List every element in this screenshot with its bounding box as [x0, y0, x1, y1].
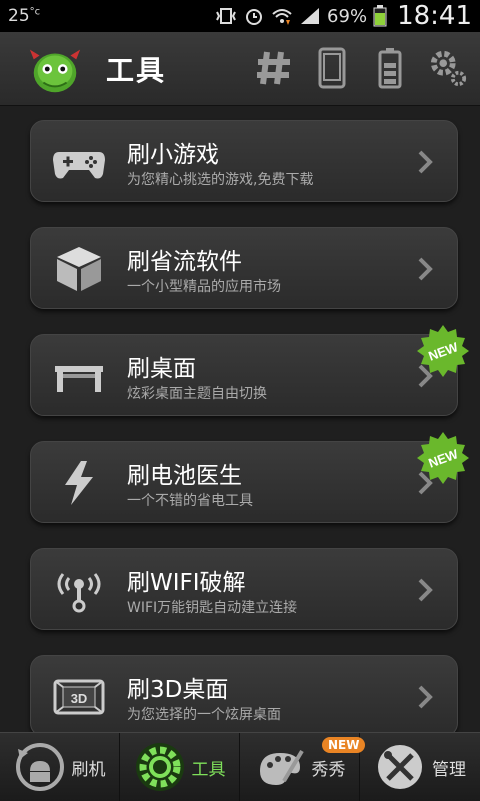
wifi-key-icon [57, 573, 101, 613]
list-item-apps[interactable]: 刷省流软件 一个小型精品的应用市场 [30, 227, 458, 309]
tools-icon [378, 745, 422, 789]
gamepad-icon [53, 152, 105, 179]
battery-icon [373, 5, 387, 27]
new-badge: NEW [322, 737, 366, 753]
new-badge-icon: NEW [417, 432, 469, 484]
item-title: 刷3D桌面 [127, 677, 229, 703]
phone-icon [318, 47, 346, 89]
temperature-unit: °c [29, 6, 41, 18]
alarm-icon [246, 9, 263, 25]
gears-icon [430, 50, 467, 87]
item-subtitle: 炫彩桌面主题自由切换 [127, 386, 267, 402]
battery-percent: 69% [327, 5, 368, 27]
chevron-right-icon [418, 257, 433, 281]
item-title: 刷WIFI破解 [127, 570, 246, 596]
gear-icon [135, 743, 184, 791]
nav-manage[interactable]: 管理 [360, 733, 480, 801]
item-subtitle: 一个不错的省电工具 [127, 493, 253, 509]
phone-button[interactable] [312, 44, 352, 92]
battery-button[interactable] [370, 44, 410, 92]
box-icon [57, 247, 101, 291]
list-item-games[interactable]: 刷小游戏 为您精心挑选的游戏,免费下载 [30, 120, 458, 202]
bottom-nav: 刷机 工具 秀秀 NEW 管理 [0, 732, 480, 801]
vibrate-icon [216, 8, 236, 24]
nav-label: 秀秀 [311, 759, 346, 780]
app-header: 工具 [0, 32, 480, 106]
temperature: 25°c [8, 6, 40, 26]
nav-tools[interactable]: 工具 [120, 733, 240, 801]
hash-button[interactable] [254, 44, 294, 92]
item-subtitle: 一个小型精品的应用市场 [127, 279, 281, 295]
item-title: 刷省流软件 [127, 249, 242, 275]
list-item-3d-desktop[interactable]: 3D 刷3D桌面 为您选择的一个炫屏桌面 [30, 655, 458, 732]
3d-icon: 3D [53, 679, 105, 715]
svg-text:3D: 3D [71, 691, 88, 706]
item-subtitle: WIFI万能钥匙自动建立连接 [127, 600, 298, 616]
palette-icon [259, 749, 304, 785]
nav-label: 管理 [432, 759, 466, 780]
list-item-battery-doctor[interactable]: 刷电池医生 一个不错的省电工具 NEW [30, 432, 469, 523]
new-badge-icon: NEW [417, 325, 469, 377]
nav-flash[interactable]: 刷机 [0, 733, 120, 801]
item-title: 刷桌面 [127, 356, 196, 382]
item-title: 刷小游戏 [127, 142, 219, 168]
table-icon [55, 366, 103, 392]
lightning-icon [65, 461, 93, 505]
header-actions [254, 44, 468, 92]
item-subtitle: 为您选择的一个炫屏桌面 [127, 707, 281, 723]
nav-label: 工具 [191, 759, 226, 780]
android-logo-icon [29, 49, 81, 92]
nav-label: 刷机 [71, 759, 106, 780]
wifi-icon [272, 9, 292, 25]
status-bar: 25°c 69% 18:41 [0, 0, 480, 32]
list-item-wifi[interactable]: 刷WIFI破解 WIFI万能钥匙自动建立连接 [30, 548, 458, 630]
battery-icon [378, 48, 402, 89]
tool-list: 刷小游戏 为您精心挑选的游戏,免费下载 刷省流软件 一个小型精品的应用市场 刷桌… [0, 106, 480, 732]
list-item-desktop[interactable]: 刷桌面 炫彩桌面主题自由切换 NEW [30, 325, 469, 416]
hash-icon [257, 51, 290, 85]
clock: 18:41 [397, 1, 472, 31]
item-title: 刷电池医生 [127, 463, 242, 489]
settings-button[interactable] [428, 44, 468, 92]
nav-show[interactable]: 秀秀 NEW [240, 733, 366, 801]
temperature-value: 25 [8, 6, 30, 26]
chevron-right-icon [418, 578, 433, 602]
item-subtitle: 为您精心挑选的游戏,免费下载 [127, 172, 314, 188]
android-refresh-icon [15, 743, 64, 791]
status-icons: 69% 18:41 [215, 1, 472, 31]
signal-icon [301, 8, 320, 24]
chevron-right-icon [418, 685, 433, 709]
chevron-right-icon [418, 150, 433, 174]
page-title: 工具 [106, 53, 167, 87]
